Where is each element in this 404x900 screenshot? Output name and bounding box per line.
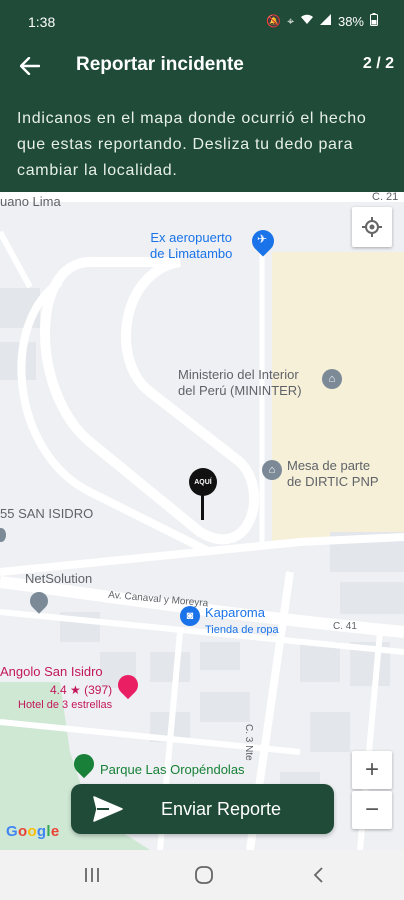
- poi-kaparoma-name[interactable]: Kaparoma: [205, 605, 265, 621]
- poi-airport[interactable]: Ex aeropuerto de Limatambo: [150, 230, 232, 262]
- crosshair-icon: [362, 217, 382, 237]
- mute-icon: 🔕: [266, 14, 282, 28]
- street-label-top-left: uano Lima: [0, 194, 61, 209]
- shopping-bag-icon: ◙: [180, 606, 200, 626]
- arrow-left-icon: [20, 57, 40, 75]
- system-nav-bar: [0, 850, 404, 900]
- home-button[interactable]: [184, 862, 224, 888]
- signal-icon: [319, 14, 332, 28]
- poi-angolo-name[interactable]: Angolo San Isidro: [0, 664, 103, 680]
- poi-ministerio[interactable]: Ministerio del Interior del Perú (MININT…: [178, 367, 302, 399]
- street-label-c41: C. 41: [333, 621, 357, 632]
- recents-icon: [85, 868, 99, 882]
- poi-kaparoma-sub: Tienda de ropa: [205, 624, 279, 636]
- building-icon: ⌂: [262, 460, 282, 480]
- poi-parque[interactable]: Parque Las Oropéndolas: [100, 762, 245, 778]
- battery-percent: 38%: [337, 13, 364, 29]
- wifi-icon: [300, 14, 314, 28]
- street-label-c3-nte: C. 3 Nte: [243, 724, 254, 761]
- recents-button[interactable]: [72, 862, 112, 888]
- poi-angolo-sub: Hotel de 3 estrellas: [18, 699, 113, 711]
- location-icon: ⌖: [287, 13, 294, 28]
- instructions-text: Indicanos en el mapa donde ocurrió el he…: [0, 88, 404, 192]
- send-icon: [93, 796, 123, 822]
- location-marker[interactable]: AQUÍ: [189, 468, 217, 526]
- home-icon: [195, 866, 213, 884]
- my-location-button[interactable]: [352, 207, 392, 247]
- poi-netsolution[interactable]: NetSolution: [25, 571, 92, 587]
- zoom-in-button[interactable]: +: [352, 751, 392, 789]
- status-icons: 🔕 ⌖ 38%: [266, 13, 378, 29]
- google-logo: Google: [6, 823, 60, 840]
- poi-mesa[interactable]: Mesa de parte de DIRTIC PNP: [287, 458, 379, 490]
- street-label-c21: C. 21: [372, 192, 399, 203]
- airplane-icon: ✈: [257, 232, 268, 246]
- nav-back-button[interactable]: [298, 862, 338, 888]
- back-button[interactable]: [14, 50, 46, 82]
- battery-icon: [370, 13, 378, 29]
- marker-stick: [201, 494, 204, 520]
- marker-label: AQUÍ: [189, 468, 217, 496]
- building-icon: ⌂: [322, 369, 342, 389]
- poi-angolo-rating: 4.4 ★ (397): [50, 683, 113, 697]
- send-report-label: Enviar Reporte: [161, 799, 282, 819]
- send-report-button[interactable]: Enviar Reporte: [71, 784, 334, 834]
- map-view[interactable]: uano Lima C. 21 55 SAN ISIDRO Av. Canava…: [0, 192, 404, 850]
- app-bar: Reportar incidente 2 / 2: [0, 44, 404, 88]
- status-bar: 1:38 🔕 ⌖ 38%: [0, 0, 404, 44]
- zoom-out-button[interactable]: −: [352, 791, 392, 829]
- step-counter: 2 / 2: [362, 55, 394, 72]
- status-time: 1:38: [28, 14, 56, 30]
- street-label-san-isidro: 55 SAN ISIDRO: [0, 506, 94, 521]
- page-title: Reportar incidente: [76, 54, 244, 75]
- chevron-left-icon: [313, 867, 323, 883]
